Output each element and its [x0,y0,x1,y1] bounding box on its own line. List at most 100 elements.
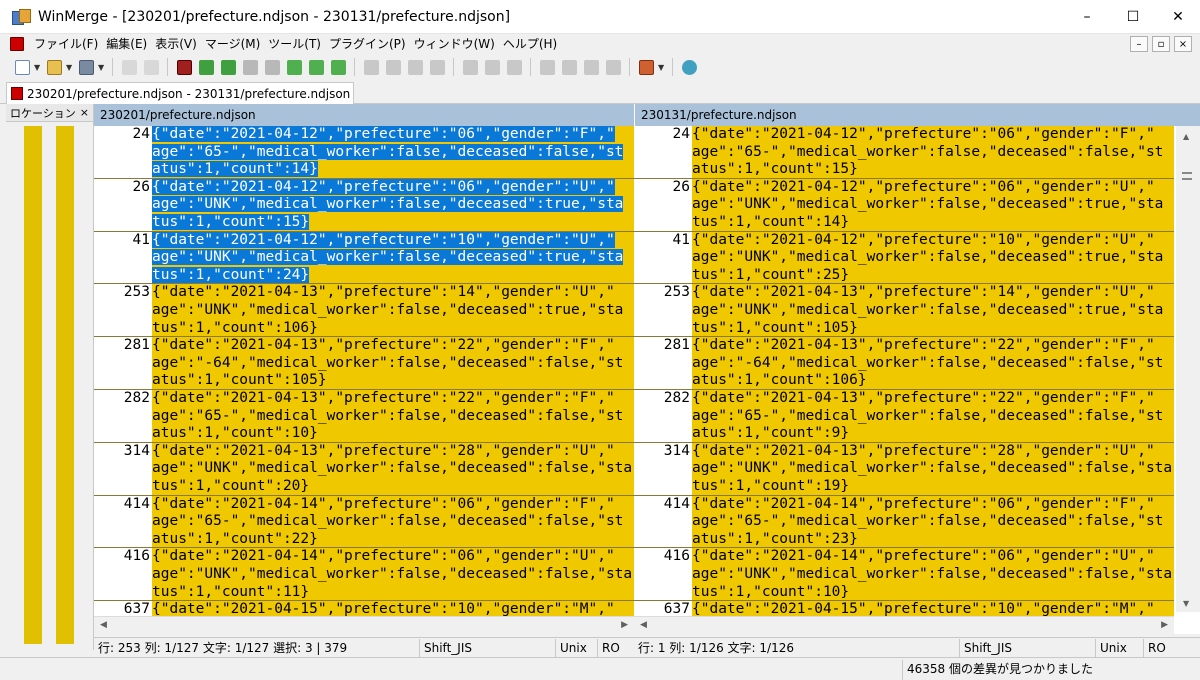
diff-line-text[interactable]: {"date":"2021-04-12","prefecture":"10","… [152,231,634,284]
move-up-icon[interactable] [537,57,557,77]
scroll-left-icon[interactable]: ◀ [100,620,107,630]
diff-line-text[interactable]: {"date":"2021-04-13","prefecture":"22","… [152,337,634,389]
right-vertical-scrollbar[interactable]: ▲ ▼ [1176,126,1200,612]
menu-tools[interactable]: ツール(T) [264,34,325,54]
all-right-icon[interactable] [405,57,425,77]
first-diff-icon[interactable] [240,57,260,77]
right-diff-row[interactable]: 253 {"date":"2021-04-13","prefecture":"14… [634,284,1174,338]
minimize-button[interactable]: – [1064,0,1110,34]
location-bar-left[interactable] [24,126,42,644]
move-down-icon[interactable] [559,57,579,77]
diff-line-text[interactable]: {"date":"2021-04-13","prefecture":"14","… [692,284,1174,337]
all-left-icon[interactable] [427,57,447,77]
left-pane-lines[interactable]: 24 {"date":"2021-04-12","prefecture":"06"… [94,126,634,634]
copy-right-icon[interactable] [306,57,326,77]
save-icon[interactable] [76,57,96,77]
left-diff-row[interactable]: 414 {"date":"2021-04-14","prefecture":"06… [94,495,634,549]
right-diff-row[interactable]: 314 {"date":"2021-04-13","prefecture":"28… [634,442,1174,496]
right-diff-row[interactable]: 282 {"date":"2021-04-13","prefecture":"22… [634,389,1174,443]
menu-window[interactable]: ウィンドウ(W) [410,34,499,54]
redo-icon[interactable] [141,57,161,77]
diff-line-text[interactable]: {"date":"2021-04-13","prefecture":"22","… [692,337,1174,389]
last-diff-icon[interactable] [262,57,282,77]
new-dropdown-icon[interactable]: ▼ [34,63,42,72]
diff-line-text[interactable]: {"date":"2021-04-14","prefecture":"06","… [692,548,1174,601]
open-icon[interactable] [44,57,64,77]
refresh-icon[interactable] [679,57,699,77]
scroll-right-icon[interactable]: ▶ [621,620,628,630]
menu-file[interactable]: ファイル(F) [30,34,102,54]
undo-icon[interactable] [119,57,139,77]
copy-right-advance-icon[interactable] [361,57,381,77]
right-diff-row[interactable]: 26 {"date":"2021-04-12","prefecture":"06"… [634,178,1174,232]
left-diff-row[interactable]: 26 {"date":"2021-04-12","prefecture":"06"… [94,178,634,232]
diff-line-text[interactable]: {"date":"2021-04-13","prefecture":"22","… [692,389,1174,442]
mdi-minimize-button[interactable]: – [1130,36,1148,52]
right-diff-pane[interactable]: 230131/prefecture.ndjson 24 {"date":"2021… [634,104,1200,634]
left-diff-row[interactable]: 253 {"date":"2021-04-13","prefecture":"14… [94,284,634,338]
save-dropdown-icon[interactable]: ▼ [98,63,106,72]
copy-left-advance-icon[interactable] [383,57,403,77]
move-prev-icon[interactable] [603,57,623,77]
left-diff-pane[interactable]: 230201/prefecture.ndjson 24 {"date":"2021… [94,104,634,634]
scroll-left-icon[interactable]: ◀ [640,620,647,630]
prev-diff-icon[interactable] [218,57,238,77]
diff-line-text[interactable]: {"date":"2021-04-14","prefecture":"06","… [152,548,634,601]
left-diff-row[interactable]: 416 {"date":"2021-04-14","prefecture":"06… [94,548,634,602]
left-read-only-icon[interactable] [460,57,480,77]
diff-line-text[interactable]: {"date":"2021-04-13","prefecture":"14","… [152,284,634,337]
maximize-button[interactable]: ☐ [1110,0,1156,34]
right-diff-row[interactable]: 416 {"date":"2021-04-14","prefecture":"06… [634,548,1174,602]
mdi-restore-button[interactable]: ▫ [1152,36,1170,52]
open-dropdown-icon[interactable]: ▼ [66,63,74,72]
compare-icon[interactable] [504,57,524,77]
current-diff-icon[interactable] [284,57,304,77]
location-pane[interactable]: ロケーション × [6,104,94,650]
menu-view[interactable]: 表示(V) [151,34,201,54]
next-diff-icon[interactable] [196,57,216,77]
options-icon[interactable] [636,57,656,77]
diff-line-text[interactable]: {"date":"2021-04-13","prefecture":"28","… [692,442,1174,495]
right-diff-row[interactable]: 414 {"date":"2021-04-14","prefecture":"06… [634,495,1174,549]
left-horizontal-scrollbar[interactable]: ◀ ▶ [94,616,634,634]
mdi-close-button[interactable]: × [1174,36,1192,52]
menu-help[interactable]: ヘルプ(H) [499,34,561,54]
left-diff-row[interactable]: 24 {"date":"2021-04-12","prefecture":"06"… [94,126,634,179]
scroll-thumb[interactable] [1182,172,1192,180]
close-button[interactable]: ✕ [1156,0,1200,34]
menu-merge[interactable]: マージ(M) [201,34,264,54]
menu-plugins[interactable]: プラグイン(P) [325,34,410,54]
right-diff-row[interactable]: 41 {"date":"2021-04-12","prefecture":"10"… [634,231,1174,285]
left-diff-row[interactable]: 282 {"date":"2021-04-13","prefecture":"22… [94,389,634,443]
location-bar-right[interactable] [56,126,74,644]
document-icon[interactable] [10,37,24,51]
diff-line-text[interactable]: {"date":"2021-04-12","prefecture":"06","… [152,126,634,178]
right-horizontal-scrollbar[interactable]: ◀ ▶ [634,616,1174,634]
right-pane-lines[interactable]: 24 {"date":"2021-04-12","prefecture":"06"… [634,126,1174,634]
scroll-right-icon[interactable]: ▶ [1161,620,1168,630]
scroll-down-icon[interactable]: ▼ [1183,599,1189,608]
left-diff-row[interactable]: 281 {"date":"2021-04-13","prefecture":"22… [94,337,634,390]
diff-line-text[interactable]: {"date":"2021-04-12","prefecture":"06","… [692,178,1174,231]
diff-line-text[interactable]: {"date":"2021-04-12","prefecture":"06","… [152,178,634,231]
left-diff-row[interactable]: 314 {"date":"2021-04-13","prefecture":"28… [94,442,634,496]
new-icon[interactable] [12,57,32,77]
right-diff-row[interactable]: 24 {"date":"2021-04-12","prefecture":"06"… [634,126,1174,179]
right-read-only-icon[interactable] [482,57,502,77]
location-pane-close-icon[interactable]: × [80,106,89,119]
diff-line-text[interactable]: {"date":"2021-04-12","prefecture":"06","… [692,126,1174,178]
filmstrip-icon[interactable] [174,57,194,77]
diff-line-text[interactable]: {"date":"2021-04-14","prefecture":"06","… [692,495,1174,548]
diff-line-text[interactable]: {"date":"2021-04-13","prefecture":"28","… [152,442,634,495]
diff-line-text[interactable]: {"date":"2021-04-13","prefecture":"22","… [152,389,634,442]
copy-left-icon[interactable] [328,57,348,77]
tab-compare[interactable]: 230201/prefecture.ndjson - 230131/prefec… [6,82,354,104]
scroll-up-icon[interactable]: ▲ [1183,132,1189,141]
left-diff-row[interactable]: 41 {"date":"2021-04-12","prefecture":"10"… [94,231,634,285]
diff-line-text[interactable]: {"date":"2021-04-12","prefecture":"10","… [692,231,1174,284]
diff-line-text[interactable]: {"date":"2021-04-14","prefecture":"06","… [152,495,634,548]
menu-edit[interactable]: 編集(E) [102,34,151,54]
move-next-icon[interactable] [581,57,601,77]
options-dropdown-icon[interactable]: ▼ [658,63,666,72]
right-diff-row[interactable]: 281 {"date":"2021-04-13","prefecture":"22… [634,337,1174,390]
